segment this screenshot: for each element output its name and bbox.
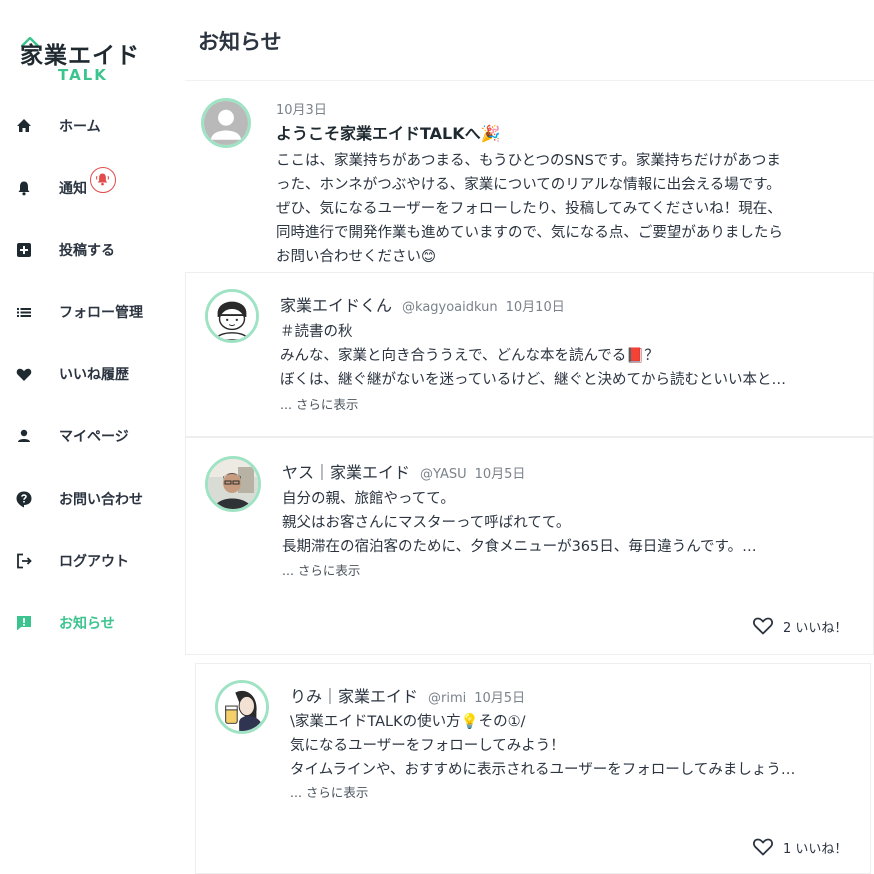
announcement-title: ようこそ家業エイドTALKへ🎉 bbox=[276, 124, 501, 143]
sidebar-item-label: 投稿する bbox=[59, 243, 115, 259]
logout-icon bbox=[14, 551, 34, 571]
sidebar-item-label: ホーム bbox=[59, 119, 101, 135]
post-text-line: タイムラインや、おすすめに表示されるユーザーをフォローしてみましょう… bbox=[290, 762, 796, 778]
announcement-line: ここは、家業持ちがあつまる、もうひとつのSNSです。家業持ちだけがあつま bbox=[276, 153, 781, 169]
show-more-link[interactable]: ... さらに表示 bbox=[282, 560, 360, 579]
sidebar-item-announcements[interactable]: お知らせ bbox=[0, 603, 185, 643]
sidebar-item-logout[interactable]: ログアウト bbox=[0, 541, 185, 581]
post-meta: 家業エイドくん @kagyoaidkun 10月10日 bbox=[280, 292, 565, 316]
post-text-line: ぼくは、継ぐ継がないを迷っているけど、継ぐと決めてから読むといい本と… bbox=[280, 372, 787, 388]
default-user-icon bbox=[204, 101, 248, 145]
post-meta: りみ｜家業エイド @rimi 10月5日 bbox=[290, 683, 525, 707]
post-author[interactable]: 家業エイドくん bbox=[280, 296, 392, 315]
sidebar-item-label: いいね履歴 bbox=[59, 367, 129, 383]
announcement-icon bbox=[14, 613, 34, 633]
post-date: 10月10日 bbox=[505, 300, 565, 315]
post-handle: @YASU bbox=[420, 467, 467, 482]
plus-square-icon bbox=[14, 240, 34, 260]
post-date: 10月5日 bbox=[474, 691, 526, 706]
sidebar-item-follow-management[interactable]: フォロー管理 bbox=[0, 292, 185, 332]
logo-subtext: TALK bbox=[58, 66, 108, 84]
home-icon bbox=[14, 116, 34, 136]
header-divider bbox=[185, 80, 874, 81]
heart-outline-icon bbox=[753, 617, 773, 635]
announcement-line: お問い合わせください😊 bbox=[276, 249, 437, 265]
post-date: 10月3日 bbox=[276, 103, 327, 118]
avatar[interactable] bbox=[201, 98, 251, 148]
sidebar-item-label: ログアウト bbox=[59, 554, 129, 570]
help-icon bbox=[14, 489, 34, 509]
sidebar-item-notifications[interactable]: 通知 bbox=[0, 167, 185, 208]
like-count: 2 いいね！ bbox=[783, 621, 848, 636]
post-author[interactable]: ヤス｜家業エイド bbox=[282, 463, 410, 482]
post-text-line: 長期滞在の宿泊客のために、夕食メニューが365日、毎日違うんです。… bbox=[282, 539, 757, 555]
announcement-line: った、ホンネがつぶやける、家業についてのリアルな情報に出会える場です。 bbox=[276, 177, 781, 193]
logo-text: 家業エイド bbox=[20, 43, 140, 69]
announcement-line: ぜひ、気になるユーザーをフォローしたり、投稿してみてくださいね！現在、 bbox=[276, 201, 782, 217]
post-handle: @rimi bbox=[428, 691, 467, 706]
person-icon bbox=[14, 426, 34, 446]
post-text-line: \家業エイドTALKの使い方💡その①/ bbox=[290, 714, 526, 730]
post-author[interactable]: りみ｜家業エイド bbox=[290, 687, 418, 706]
bell-icon bbox=[14, 178, 34, 198]
sidebar-item-home[interactable]: ホーム bbox=[0, 106, 185, 146]
post-date: 10月5日 bbox=[474, 467, 526, 482]
show-more-link[interactable]: ... さらに表示 bbox=[290, 782, 368, 801]
post-meta: ヤス｜家業エイド @YASU 10月5日 bbox=[282, 459, 525, 483]
sidebar-item-label: お知らせ bbox=[59, 616, 115, 632]
post-text-line: ＃読書の秋 bbox=[280, 324, 353, 340]
like-button[interactable]: 1 いいね！ bbox=[751, 834, 861, 858]
sidebar-item-label: お問い合わせ bbox=[59, 492, 143, 508]
post-text-line: みんな、家業と向き合ううえで、どんな本を読んでる📕？ bbox=[280, 348, 659, 364]
post-text-line: 親父はお客さんにマスターって呼ばれてて。 bbox=[282, 515, 571, 531]
page-title: お知らせ bbox=[198, 30, 282, 54]
sidebar-item-like-history[interactable]: いいね履歴 bbox=[0, 354, 185, 394]
avatar[interactable] bbox=[215, 680, 269, 734]
illustration-avatar-icon bbox=[218, 683, 266, 731]
sidebar-item-post[interactable]: 投稿する bbox=[0, 230, 185, 270]
photo-avatar-icon bbox=[208, 459, 258, 509]
post-text-line: 自分の親、旅館やってて。 bbox=[282, 491, 455, 507]
post-handle: @kagyoaidkun bbox=[402, 300, 498, 315]
sidebar-item-label: 通知 bbox=[59, 181, 87, 197]
sidebar-item-mypage[interactable]: マイページ bbox=[0, 416, 185, 456]
heart-outline-icon bbox=[753, 838, 773, 856]
like-button[interactable]: 2 いいね！ bbox=[751, 613, 861, 637]
notification-badge-icon bbox=[90, 167, 116, 193]
announcement-line: 同時進行で開発作業も進めていますので、気になる点、ご要望がありましたら bbox=[276, 225, 783, 241]
sidebar-item-label: マイページ bbox=[59, 429, 129, 445]
character-avatar-icon bbox=[208, 292, 256, 340]
heart-icon bbox=[14, 364, 34, 384]
avatar[interactable] bbox=[205, 289, 259, 343]
list-icon bbox=[14, 302, 34, 322]
avatar[interactable] bbox=[205, 456, 261, 512]
like-count: 1 いいね！ bbox=[783, 842, 848, 857]
post-text-line: 気になるユーザーをフォローしてみよう！ bbox=[290, 738, 565, 754]
sidebar: 家業エイド TALK ホーム 通知 投稿する フォロー管理 いいね履歴 マイペー… bbox=[0, 0, 185, 874]
sidebar-item-label: フォロー管理 bbox=[59, 305, 143, 321]
show-more-link[interactable]: ... さらに表示 bbox=[280, 394, 358, 413]
app-logo[interactable]: 家業エイド TALK bbox=[20, 36, 155, 88]
sidebar-item-contact[interactable]: お問い合わせ bbox=[0, 479, 185, 519]
